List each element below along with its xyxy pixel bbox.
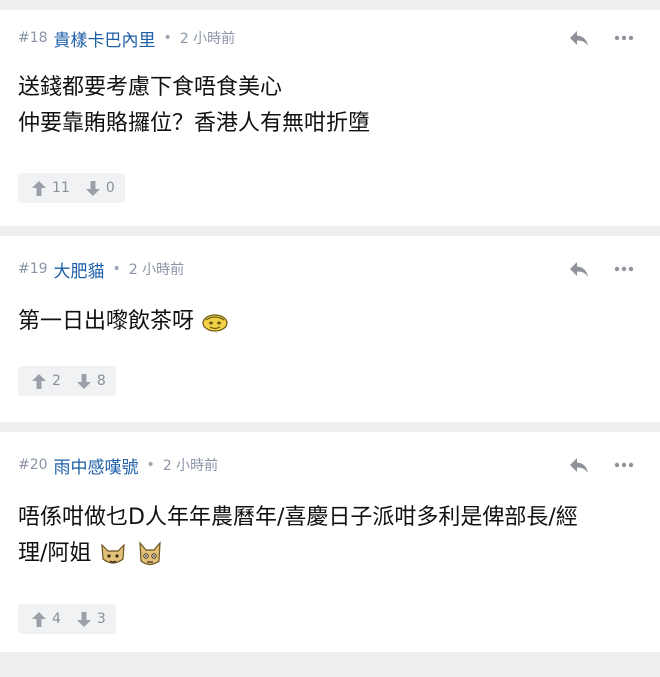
username-link[interactable]: 大肥貓	[54, 257, 105, 282]
downvote-button[interactable]: 8	[76, 373, 106, 389]
arrow-up-icon	[32, 180, 46, 196]
username-link[interactable]: 貴樣卡巴內里	[54, 26, 156, 51]
dog-emoticon-icon	[101, 543, 126, 564]
vote-bar: 11 0	[18, 173, 125, 203]
arrow-up-icon	[32, 373, 46, 389]
post-20: #20 雨中感嘆號 • 2 小時前 唔係咁做乜D人年年農曆年/喜慶日子派咁多利是…	[0, 432, 660, 652]
vote-bar: 4 3	[18, 604, 116, 634]
downvote-count: 8	[96, 373, 106, 389]
upvote-count: 2	[52, 373, 61, 389]
content-line: 送錢都要考慮下食唔食美心	[18, 75, 283, 100]
dog-emoticon-icon	[139, 541, 162, 566]
post-number: #18	[18, 30, 48, 46]
post-number: #20	[18, 457, 48, 473]
post-content: 送錢都要考慮下食唔食美心 仲要靠賄賂攞位？香港人有無咁折墮	[18, 70, 642, 142]
upvote-button[interactable]: 2	[32, 373, 61, 389]
bottom-spacer	[0, 652, 660, 662]
more-icon[interactable]	[614, 35, 634, 41]
downvote-button[interactable]: 3	[76, 611, 106, 627]
upvote-button[interactable]: 4	[32, 611, 61, 627]
vote-bar: 2 8	[18, 366, 116, 396]
more-icon[interactable]	[614, 266, 634, 272]
post-content: 第一日出嚟飲茶呀	[18, 304, 642, 340]
meta-separator: •	[163, 30, 172, 46]
more-icon[interactable]	[614, 462, 634, 468]
content-line: 仲要靠賄賂攞位？香港人有無咁折墮	[18, 111, 371, 136]
post-time: 2 小時前	[128, 262, 185, 278]
upvote-count: 4	[52, 611, 61, 627]
post-actions	[568, 29, 634, 47]
post-header: #20 雨中感嘆號 • 2 小時前	[18, 432, 642, 498]
post-actions	[568, 456, 634, 474]
post-time: 2 小時前	[179, 31, 236, 47]
post-gap	[0, 226, 660, 236]
arrow-down-icon	[85, 180, 100, 196]
meta-separator: •	[112, 261, 121, 277]
upvote-button[interactable]: 11	[32, 180, 70, 196]
username-link[interactable]: 雨中感嘆號	[54, 453, 139, 478]
arrow-down-icon	[76, 373, 91, 389]
post-18: #18 貴樣卡巴內里 • 2 小時前 送錢都要考慮下食唔食美心 仲要靠賄賂攞位？…	[0, 10, 660, 226]
content-line: 唔係咁做乜D人年年農曆年/喜慶日子派咁多利是俾部長/經	[18, 505, 578, 530]
post-content: 唔係咁做乜D人年年農曆年/喜慶日子派咁多利是俾部長/經 理/阿姐	[18, 500, 642, 572]
content-line: 第一日出嚟飲茶呀	[18, 309, 195, 334]
post-gap	[0, 422, 660, 432]
reply-icon[interactable]	[568, 29, 590, 47]
post-number: #19	[18, 261, 48, 277]
reply-icon[interactable]	[568, 260, 590, 278]
arrow-up-icon	[32, 611, 46, 627]
downvote-button[interactable]: 0	[85, 180, 115, 196]
post-header: #19 大肥貓 • 2 小時前	[18, 236, 642, 302]
reply-icon[interactable]	[568, 456, 590, 474]
arrow-down-icon	[76, 611, 91, 627]
content-line: 理/阿姐	[18, 541, 92, 566]
post-header: #18 貴樣卡巴內里 • 2 小時前	[18, 10, 642, 66]
meta-separator: •	[146, 457, 155, 473]
post-time: 2 小時前	[162, 458, 219, 474]
post-19: #19 大肥貓 • 2 小時前 第一日出嚟飲茶呀 2 8	[0, 236, 660, 422]
top-spacer	[0, 0, 660, 10]
emoticon-icon	[202, 314, 228, 332]
upvote-count: 11	[52, 180, 70, 196]
post-actions	[568, 260, 634, 278]
downvote-count: 3	[96, 611, 106, 627]
downvote-count: 0	[105, 180, 115, 196]
